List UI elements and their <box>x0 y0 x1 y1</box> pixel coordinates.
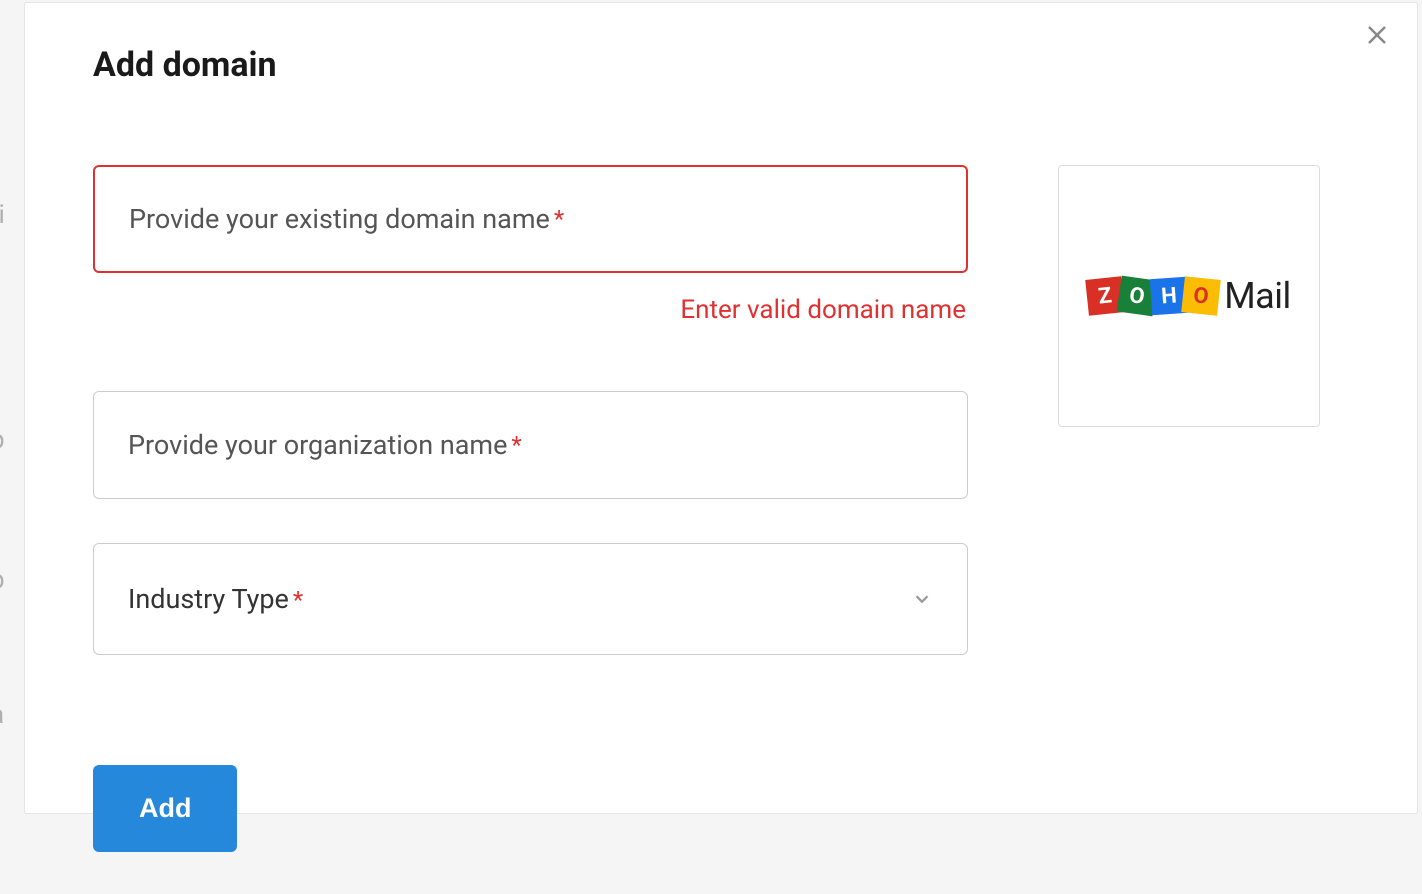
required-indicator: * <box>511 431 521 459</box>
required-indicator: * <box>554 205 564 233</box>
form-left: Provide your existing domain name * Ente… <box>93 165 968 852</box>
zoho-mail-logo-box: Z O H O Mail <box>1058 165 1320 427</box>
industry-field-group: Industry Type * <box>93 543 968 655</box>
domain-error-message: Enter valid domain name <box>93 295 968 325</box>
zoho-tile-o2: O <box>1181 276 1221 316</box>
modal-content: Add domain Provide your existing domain … <box>25 3 1417 894</box>
add-button[interactable]: Add <box>93 765 237 852</box>
backdrop-text: ti <box>0 200 5 230</box>
form-right: Z O H O Mail <box>1058 165 1320 852</box>
domain-field-group: Provide your existing domain name * Ente… <box>93 165 968 325</box>
form-area: Provide your existing domain name * Ente… <box>93 165 1349 852</box>
industry-label: Industry Type <box>128 583 289 615</box>
chevron-down-icon <box>911 588 933 610</box>
mail-text: Mail <box>1224 275 1291 317</box>
domain-placeholder: Provide your existing domain name <box>129 203 550 235</box>
industry-label-wrap: Industry Type * <box>128 583 303 615</box>
backdrop-text: p <box>0 565 5 595</box>
backdrop-text: p <box>0 425 5 455</box>
close-icon <box>1365 23 1389 47</box>
zoho-tiles: Z O H O <box>1087 273 1219 319</box>
domain-input-wrap[interactable]: Provide your existing domain name * <box>93 165 968 273</box>
required-indicator: * <box>293 586 303 614</box>
close-button[interactable] <box>1363 21 1391 49</box>
backdrop-text: a <box>0 700 4 730</box>
organization-field-group: Provide your organization name * <box>93 391 968 499</box>
organization-input-wrap[interactable]: Provide your organization name * <box>93 391 968 499</box>
add-domain-modal: Add domain Provide your existing domain … <box>24 2 1418 814</box>
industry-select[interactable]: Industry Type * <box>93 543 968 655</box>
organization-placeholder: Provide your organization name <box>128 429 507 461</box>
zoho-mail-logo: Z O H O Mail <box>1087 273 1291 319</box>
modal-title: Add domain <box>93 45 1349 85</box>
